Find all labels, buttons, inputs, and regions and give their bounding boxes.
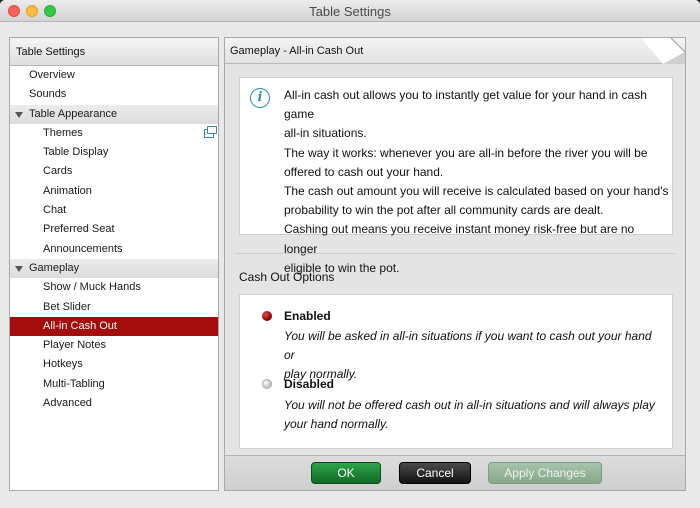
option-enabled-description: You will be asked in all-in situations i… bbox=[284, 327, 664, 384]
sidebar-item-sounds[interactable]: Sounds bbox=[10, 85, 218, 104]
option-enabled-label[interactable]: Enabled bbox=[284, 309, 331, 323]
sidebar-item-bet-slider[interactable]: Bet Slider bbox=[10, 298, 218, 317]
sidebar-item-label: Sounds bbox=[29, 88, 67, 101]
sidebar-item-label: Hotkeys bbox=[43, 358, 83, 371]
sidebar-item-hotkeys[interactable]: Hotkeys bbox=[10, 355, 218, 374]
radio-enabled[interactable] bbox=[262, 311, 272, 321]
page-title-text: Gameplay - All-in Cash Out bbox=[230, 45, 364, 57]
info-line: probability to win the pot after all com… bbox=[284, 203, 604, 218]
sidebar-item-overview[interactable]: Overview bbox=[10, 66, 218, 85]
header-corner-decoration bbox=[641, 38, 685, 64]
sidebar-item-label: Chat bbox=[43, 204, 67, 217]
cancel-button[interactable]: Cancel bbox=[399, 462, 471, 484]
info-line: eligible to win the pot. bbox=[284, 260, 400, 275]
section-label: Cash Out Options bbox=[239, 270, 335, 284]
sidebar-item-label: Bet Slider bbox=[43, 300, 91, 313]
info-line: The cash out amount you will receive is … bbox=[284, 184, 669, 199]
radio-disabled[interactable] bbox=[262, 379, 272, 389]
sidebar-item-animation[interactable]: Animation bbox=[10, 182, 218, 201]
sidebar-item-announcements[interactable]: Announcements bbox=[10, 240, 218, 259]
info-icon: i bbox=[250, 88, 270, 108]
sidebar-item-chat[interactable]: Chat bbox=[10, 201, 218, 220]
info-text: All-in cash out allows you to instantly … bbox=[284, 86, 670, 278]
ok-button[interactable]: OK bbox=[311, 462, 381, 484]
sidebar-item-label: Animation bbox=[43, 184, 92, 197]
sidebar-item-label: Overview bbox=[29, 69, 75, 81]
info-box: i All-in cash out allows you to instantl… bbox=[239, 77, 673, 275]
sidebar-item-label: Themes bbox=[43, 126, 83, 139]
disclosure-triangle-icon[interactable] bbox=[15, 111, 23, 118]
title-bar: Table Settings bbox=[0, 0, 700, 22]
sidebar-item-label: Advanced bbox=[43, 397, 92, 410]
option-description-line: your hand normally. bbox=[284, 417, 389, 431]
sidebar-group-table-appearance[interactable]: Table Appearance bbox=[10, 104, 218, 124]
option-description-line: You will not be offered cash out in all-… bbox=[284, 398, 655, 412]
option-disabled-label[interactable]: Disabled bbox=[284, 377, 334, 391]
sidebar-item-label: Announcements bbox=[43, 242, 123, 255]
button-bar: OK Cancel Apply Changes bbox=[225, 455, 685, 490]
window-title: Table Settings bbox=[309, 4, 391, 19]
sidebar-item-label: Table Display bbox=[43, 146, 109, 159]
sidebar-item-label: Table Appearance bbox=[29, 107, 118, 120]
info-line: The way it works: whenever you are all-i… bbox=[284, 145, 648, 160]
sidebar-item-themes[interactable]: Themes bbox=[10, 124, 218, 143]
option-disabled-description: You will not be offered cash out in all-… bbox=[284, 396, 664, 434]
sidebar-item-preferred-seat[interactable]: Preferred Seat bbox=[10, 220, 218, 239]
apply-changes-button[interactable]: Apply Changes bbox=[488, 462, 602, 484]
main-panel: Gameplay - All-in Cash Out i All-in cash… bbox=[224, 37, 686, 491]
external-window-icon[interactable] bbox=[204, 125, 217, 138]
sidebar-item-all-in-cash-out[interactable]: All-in Cash Out bbox=[10, 316, 218, 337]
section-divider bbox=[235, 253, 675, 254]
sidebar-group-gameplay[interactable]: Gameplay bbox=[10, 258, 218, 279]
sidebar-item-label: Show / Muck Hands bbox=[43, 281, 141, 294]
page-title: Gameplay - All-in Cash Out bbox=[225, 38, 685, 64]
option-description-line: play normally. bbox=[284, 367, 358, 381]
info-line: all-in situations. bbox=[284, 126, 367, 141]
settings-window: Table Settings Table Settings Overview So… bbox=[0, 0, 700, 508]
disclosure-triangle-icon[interactable] bbox=[15, 265, 23, 272]
sidebar: Table Settings Overview Sounds Table Appea… bbox=[9, 37, 219, 491]
sidebar-item-table-display[interactable]: Table Display bbox=[10, 143, 218, 162]
sidebar-item-label: Multi-Tabling bbox=[43, 377, 105, 390]
sidebar-header: Table Settings bbox=[10, 38, 218, 66]
sidebar-tree: Overview Sounds Table Appearance Themes Tabl… bbox=[10, 66, 218, 413]
sidebar-item-label: Preferred Seat bbox=[43, 223, 115, 236]
sidebar-item-advanced[interactable]: Advanced bbox=[10, 394, 218, 413]
info-line: All-in cash out allows you to instantly … bbox=[284, 88, 647, 122]
sidebar-item-show-muck-hands[interactable]: Show / Muck Hands bbox=[10, 278, 218, 297]
cash-out-options: Enabled You will be asked in all-in situ… bbox=[239, 294, 673, 449]
option-description-line: You will be asked in all-in situations i… bbox=[284, 329, 652, 362]
info-line: offered to cash out your hand. bbox=[284, 164, 444, 179]
sidebar-item-multi-tabling[interactable]: Multi-Tabling bbox=[10, 375, 218, 394]
sidebar-item-label: Cards bbox=[43, 165, 73, 178]
sidebar-item-player-notes[interactable]: Player Notes bbox=[10, 336, 218, 355]
sidebar-item-label: All-in Cash Out bbox=[43, 319, 117, 332]
sidebar-item-label: Player Notes bbox=[43, 339, 106, 352]
sidebar-item-cards[interactable]: Cards bbox=[10, 162, 218, 181]
sidebar-item-label: Gameplay bbox=[29, 261, 80, 274]
